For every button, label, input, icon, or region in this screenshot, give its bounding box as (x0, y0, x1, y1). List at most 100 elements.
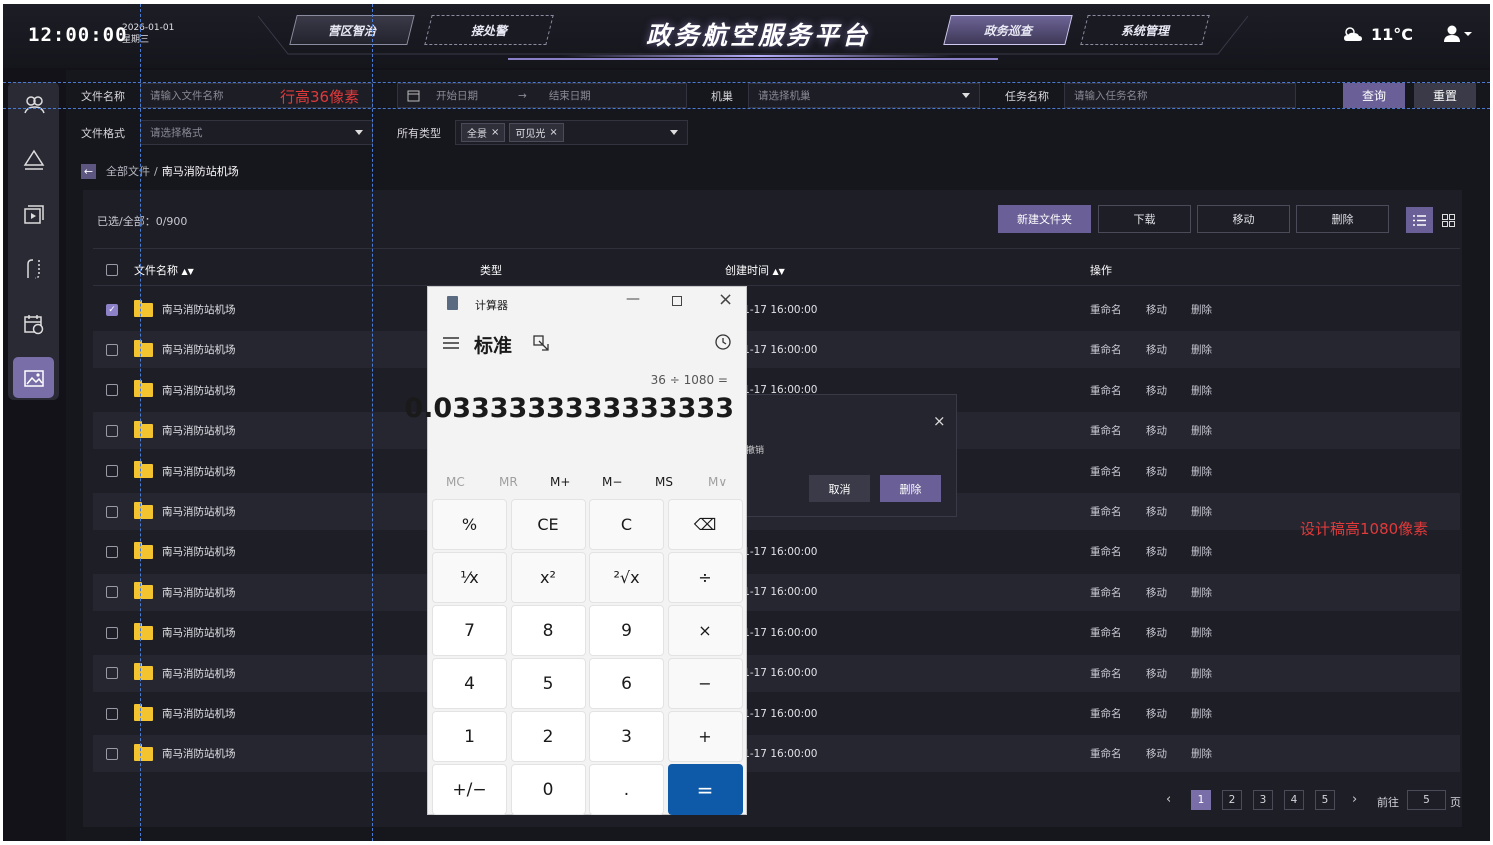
delete-action[interactable]: 删除 (1191, 383, 1212, 398)
clear-key[interactable]: C (589, 499, 664, 550)
digit-0-key[interactable]: 0 (510, 764, 586, 815)
row-checkbox[interactable] (106, 747, 118, 760)
row-file-name[interactable]: 南马消防站机场 (162, 746, 472, 761)
row-checkbox[interactable] (106, 586, 118, 599)
type-tag[interactable]: 全景 × (461, 123, 506, 142)
rename-action[interactable]: 重命名 (1090, 625, 1122, 640)
delete-action[interactable]: 删除 (1191, 585, 1212, 600)
list-view-toggle[interactable] (1406, 207, 1433, 233)
row-checkbox[interactable] (106, 343, 118, 356)
table-row[interactable]: 南马消防站机场5-01-17 16:00:00重命名移动删除 (93, 654, 1460, 692)
move-action[interactable]: 移动 (1146, 625, 1167, 640)
page-button[interactable]: 1 (1191, 790, 1211, 810)
move-action[interactable]: 移动 (1146, 585, 1167, 600)
rename-action[interactable]: 重命名 (1090, 383, 1122, 398)
keep-on-top-icon[interactable] (533, 335, 549, 355)
query-button[interactable]: 查询 (1343, 83, 1405, 108)
row-file-name[interactable]: 南马消防站机场 (162, 544, 472, 559)
type-multiselect[interactable]: 全景 × 可见光 × (455, 120, 688, 145)
square-root-key[interactable]: ²√x (589, 552, 664, 603)
digit-1-key[interactable]: 1 (432, 711, 507, 762)
table-row[interactable]: 南马消防站机场5-01-17 16:00:00重命名移动删除 (93, 695, 1460, 732)
delete-action[interactable]: 删除 (1191, 342, 1212, 357)
grid-view-toggle[interactable] (1435, 207, 1462, 233)
sidebar-item-layers[interactable] (13, 139, 54, 180)
digit-2-key[interactable]: 2 (510, 711, 586, 762)
digit-5-key[interactable]: 5 (510, 658, 586, 709)
digit-8-key[interactable]: 8 (510, 605, 586, 656)
nav-tab-camp[interactable]: 营区智治 (289, 15, 415, 45)
back-arrow-icon[interactable]: ← (81, 163, 96, 179)
delete-action[interactable]: 删除 (1191, 302, 1212, 317)
reciprocal-key[interactable]: ¹⁄x (432, 552, 507, 603)
close-icon[interactable]: × (491, 127, 499, 138)
nav-tab-patrol[interactable]: 政务巡查 (943, 15, 1073, 45)
close-icon[interactable]: × (549, 127, 557, 138)
memory-store-button[interactable]: MS (655, 475, 673, 489)
format-select[interactable]: 请选择格式 (140, 120, 373, 145)
table-row[interactable]: 南马消防站机场5-01-17 16:00:00重命名移动删除 (93, 735, 1460, 773)
column-header-time[interactable]: 创建时间 ▲▼ (725, 262, 785, 278)
select-all-checkbox[interactable] (106, 263, 118, 276)
sidebar-item-gallery[interactable] (13, 357, 54, 398)
delete-action[interactable]: 删除 (1191, 625, 1212, 640)
negate-key[interactable]: +/− (432, 764, 507, 815)
row-checkbox[interactable] (106, 505, 118, 518)
dialog-cancel-button[interactable]: 取消 (809, 475, 870, 502)
hamburger-menu-icon[interactable] (443, 334, 459, 353)
table-row[interactable]: 南马消防站机场5-01-17 16:00:00重命名移动删除 (93, 331, 1460, 369)
task-name-input[interactable]: 请输入任务名称 (1064, 83, 1296, 108)
rename-action[interactable]: 重命名 (1090, 423, 1122, 438)
move-action[interactable]: 移动 (1146, 706, 1167, 721)
row-checkbox[interactable] (106, 707, 118, 720)
rename-action[interactable]: 重命名 (1090, 464, 1122, 479)
digit-3-key[interactable]: 3 (589, 711, 664, 762)
add-key[interactable]: + (667, 711, 743, 762)
row-file-name[interactable]: 南马消防站机场 (162, 585, 472, 600)
digit-4-key[interactable]: 4 (432, 658, 507, 709)
row-checkbox[interactable] (106, 465, 118, 478)
date-range-picker[interactable]: 开始日期 → 结束日期 (397, 83, 687, 108)
memory-recall-button[interactable]: MR (499, 475, 518, 489)
move-action[interactable]: 移动 (1146, 383, 1167, 398)
row-checkbox[interactable] (106, 384, 118, 397)
divide-key[interactable]: ÷ (667, 552, 743, 603)
rename-action[interactable]: 重命名 (1090, 585, 1122, 600)
new-folder-button[interactable]: 新建文件夹 (998, 205, 1091, 233)
sidebar-item-users[interactable] (13, 84, 54, 125)
maximize-icon[interactable] (672, 296, 682, 306)
close-icon[interactable]: × (718, 289, 733, 310)
move-action[interactable]: 移动 (1146, 464, 1167, 479)
row-checkbox[interactable] (106, 667, 118, 680)
decimal-key[interactable]: . (589, 764, 664, 815)
row-file-name[interactable]: 南马消防站机场 (162, 706, 472, 721)
digit-6-key[interactable]: 6 (589, 658, 664, 709)
square-key[interactable]: x² (510, 552, 586, 603)
sidebar-item-route[interactable] (13, 248, 54, 289)
delete-action[interactable]: 删除 (1191, 666, 1212, 681)
row-checkbox[interactable] (106, 626, 118, 639)
memory-add-button[interactable]: M+ (550, 475, 570, 489)
delete-action[interactable]: 删除 (1191, 464, 1212, 479)
memory-subtract-button[interactable]: M− (602, 475, 622, 489)
memory-list-button[interactable]: M∨ (708, 475, 727, 489)
move-action[interactable]: 移动 (1146, 544, 1167, 559)
row-file-name[interactable]: 南马消防站机场 (162, 504, 472, 519)
next-page-icon[interactable]: › (1352, 792, 1357, 807)
rename-action[interactable]: 重命名 (1090, 746, 1122, 761)
rename-action[interactable]: 重命名 (1090, 666, 1122, 681)
breadcrumb-root[interactable]: 全部文件 (106, 163, 150, 179)
sidebar-item-video[interactable] (13, 194, 54, 235)
nest-select[interactable]: 请选择机巢 (748, 83, 980, 108)
nav-tab-system[interactable]: 系统管理 (1080, 15, 1210, 45)
table-row[interactable]: ✓ 南马消防站机场 5-01-17 16:00:00 重命名 移动 删除 (93, 291, 1460, 328)
prev-page-icon[interactable]: ‹ (1166, 792, 1171, 807)
digit-7-key[interactable]: 7 (432, 605, 507, 656)
equals-key[interactable]: = (667, 764, 743, 815)
move-button[interactable]: 移动 (1197, 205, 1290, 233)
row-checkbox[interactable] (106, 545, 118, 558)
move-action[interactable]: 移动 (1146, 666, 1167, 681)
memory-clear-button[interactable]: MC (446, 475, 465, 489)
sidebar-item-schedule[interactable] (13, 303, 54, 344)
close-icon[interactable]: × (933, 412, 946, 430)
